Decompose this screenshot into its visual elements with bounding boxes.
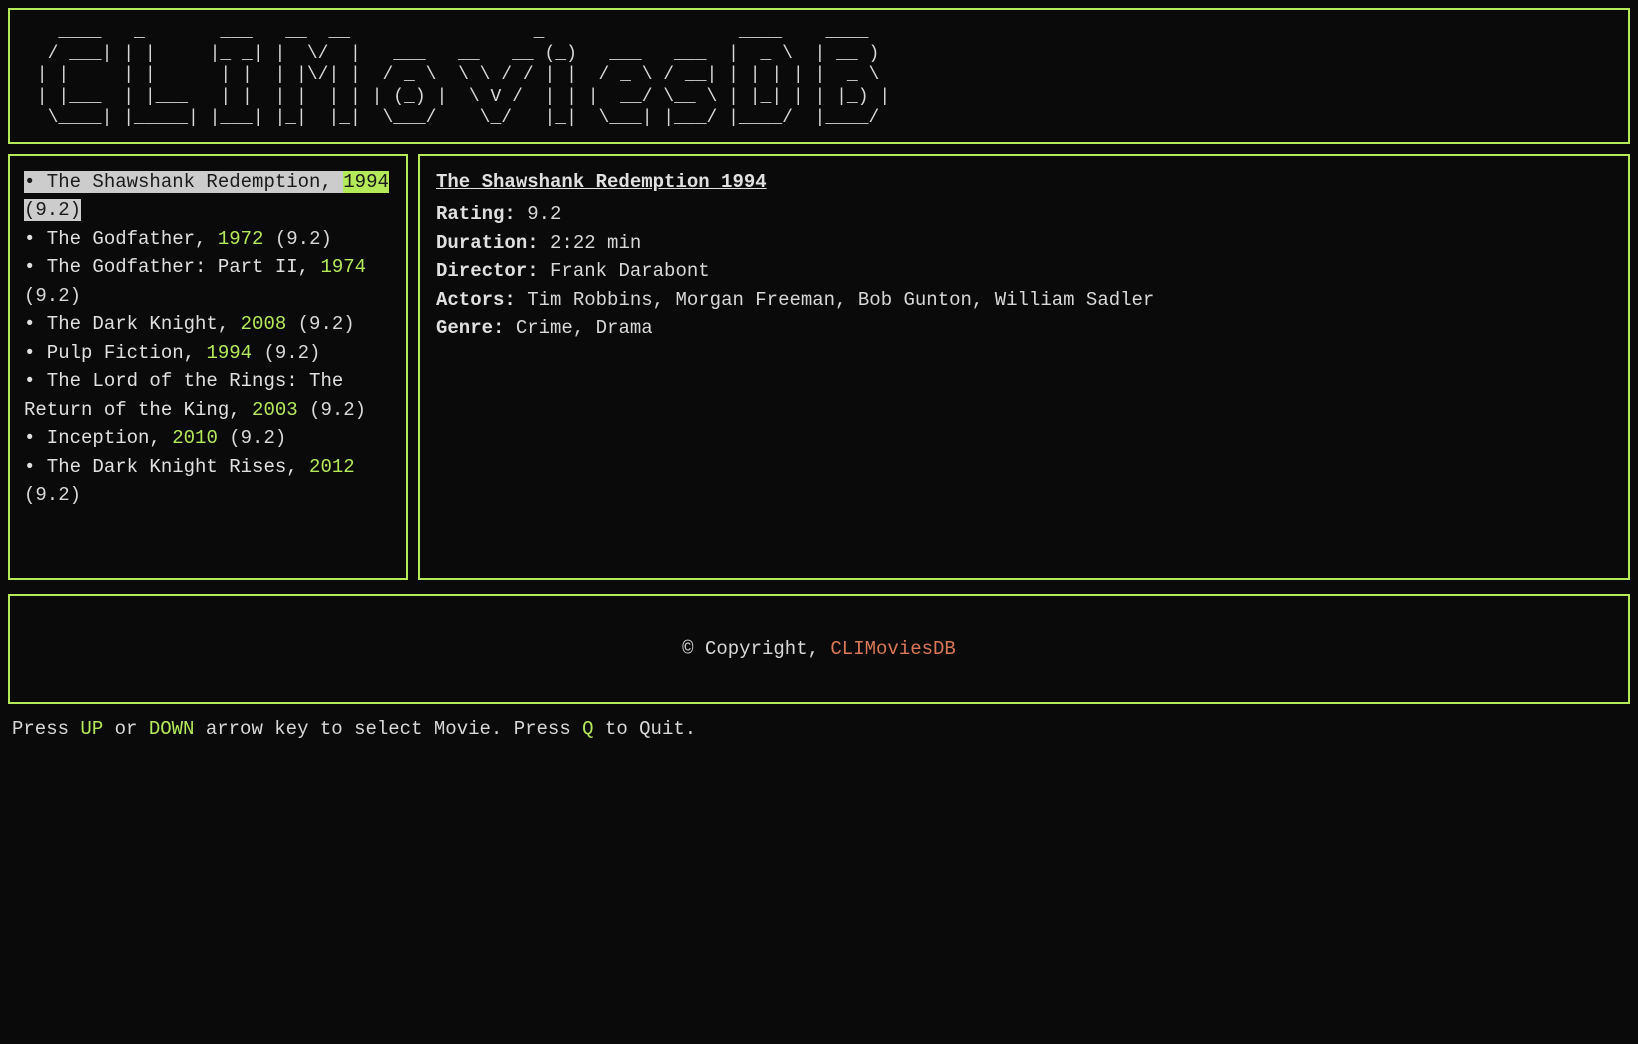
detail-rating-value: 9.2 <box>527 203 561 225</box>
detail-duration-value: 2:22 min <box>550 232 641 254</box>
list-item[interactable]: • Inception, 2010 (9.2) <box>24 424 392 453</box>
list-item[interactable]: • The Dark Knight Rises, 2012 (9.2) <box>24 453 392 510</box>
ascii-logo: ____ _ ___ __ __ _ ____ ____ / ___| | | … <box>26 22 1612 130</box>
list-item[interactable]: • The Shawshank Redemption, 1994 (9.2) <box>24 168 392 225</box>
detail-director: Director: Frank Darabont <box>436 257 1612 286</box>
hint-key-down: DOWN <box>149 718 195 740</box>
detail-actors: Actors: Tim Robbins, Morgan Freeman, Bob… <box>436 286 1612 315</box>
detail-rating-label: Rating: <box>436 203 516 225</box>
hint-key-q: Q <box>582 718 593 740</box>
detail-actors-label: Actors: <box>436 289 516 311</box>
detail-genre-value: Crime, Drama <box>516 317 653 339</box>
list-item[interactable]: • The Dark Knight, 2008 (9.2) <box>24 310 392 339</box>
detail-genre-label: Genre: <box>436 317 504 339</box>
movie-detail-box: The Shawshank Redemption 1994 Rating: 9.… <box>418 154 1630 580</box>
hint-pre: Press <box>12 718 80 740</box>
content-row: • The Shawshank Redemption, 1994 (9.2) •… <box>8 154 1630 580</box>
movie-list[interactable]: • The Shawshank Redemption, 1994 (9.2) •… <box>24 168 392 510</box>
detail-rating: Rating: 9.2 <box>436 200 1612 229</box>
list-item[interactable]: • The Lord of the Rings: The Return of t… <box>24 367 392 424</box>
footer-box: © Copyright, CLIMoviesDB <box>8 594 1630 704</box>
detail-duration-label: Duration: <box>436 232 539 254</box>
list-item[interactable]: • The Godfather, 1972 (9.2) <box>24 225 392 254</box>
list-item[interactable]: • Pulp Fiction, 1994 (9.2) <box>24 339 392 368</box>
hint-mid1: or <box>103 718 149 740</box>
movie-list-box: • The Shawshank Redemption, 1994 (9.2) •… <box>8 154 408 580</box>
detail-actors-value: Tim Robbins, Morgan Freeman, Bob Gunton,… <box>527 289 1154 311</box>
logo-box: ____ _ ___ __ __ _ ____ ____ / ___| | | … <box>8 8 1630 144</box>
detail-director-label: Director: <box>436 260 539 282</box>
list-item[interactable]: • The Godfather: Part II, 1974 (9.2) <box>24 253 392 310</box>
hint-post: to Quit. <box>594 718 697 740</box>
detail-title: The Shawshank Redemption 1994 <box>436 168 1612 197</box>
hint-key-up: UP <box>80 718 103 740</box>
hint-mid2: arrow key to select Movie. Press <box>194 718 582 740</box>
hint-bar: Press UP or DOWN arrow key to select Mov… <box>8 718 1630 740</box>
detail-director-value: Frank Darabont <box>550 260 710 282</box>
detail-genre: Genre: Crime, Drama <box>436 314 1612 343</box>
footer-copyright: © Copyright, <box>682 638 830 660</box>
footer-brand: CLIMoviesDB <box>830 638 955 660</box>
detail-duration: Duration: 2:22 min <box>436 229 1612 258</box>
